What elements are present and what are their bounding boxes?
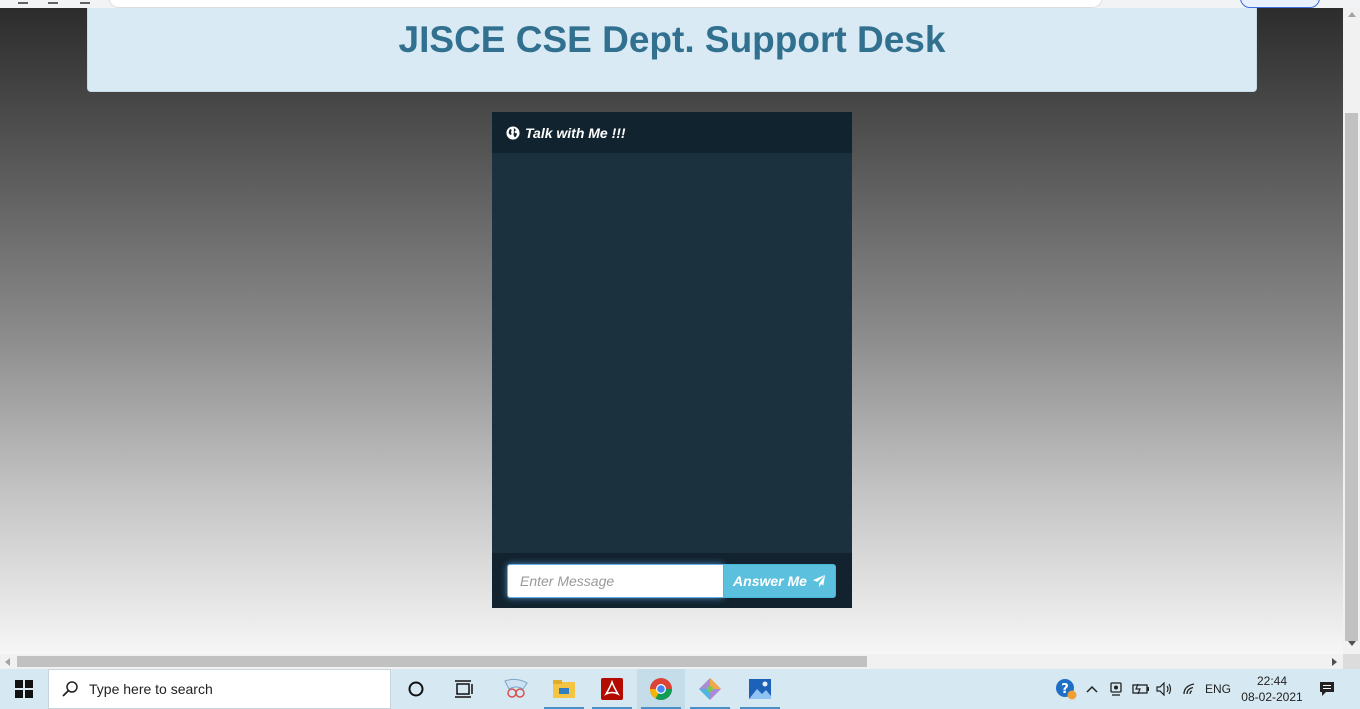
scrollbar-corner — [1343, 654, 1360, 669]
chrome-button[interactable] — [637, 669, 685, 709]
cortana-icon — [408, 681, 424, 697]
photos-button[interactable] — [736, 669, 784, 709]
webcam-icon — [1110, 682, 1122, 696]
globe-icon — [506, 125, 520, 140]
vertical-scroll-thumb[interactable] — [1345, 113, 1358, 641]
windows-logo-icon — [15, 680, 33, 698]
acrobat-button[interactable] — [588, 669, 636, 709]
forward-icon[interactable] — [48, 0, 58, 4]
speaker-icon — [1156, 682, 1172, 696]
start-button[interactable] — [0, 669, 48, 709]
scroll-right-icon[interactable] — [1332, 658, 1337, 666]
horizontal-scroll-thumb[interactable] — [17, 656, 867, 667]
action-center-button[interactable] — [1314, 669, 1340, 709]
meet-now-button[interactable] — [1106, 669, 1126, 709]
search-icon — [62, 681, 78, 697]
wifi-icon — [1183, 683, 1195, 695]
chat-footer: Answer Me — [492, 553, 852, 608]
paint-3d-button[interactable] — [686, 669, 734, 709]
clock[interactable]: 22:44 08-02-2021 — [1236, 673, 1308, 705]
photos-icon — [749, 679, 771, 699]
vertical-scrollbar[interactable] — [1343, 8, 1360, 654]
volume-button[interactable] — [1154, 669, 1176, 709]
chat-heading: Talk with Me !!! — [492, 112, 852, 153]
search-placeholder: Type here to search — [89, 681, 213, 697]
paint-3d-icon — [699, 678, 721, 700]
profile-button[interactable] — [1240, 0, 1320, 8]
taskbar-search[interactable]: Type here to search — [48, 669, 391, 709]
snipping-tool-button[interactable] — [492, 669, 540, 709]
network-button[interactable] — [1180, 669, 1200, 709]
help-tray-button[interactable]: ? — [1054, 669, 1078, 709]
answer-me-label: Answer Me — [733, 573, 807, 589]
scroll-left-icon[interactable] — [5, 658, 10, 666]
show-hidden-icons-button[interactable] — [1082, 669, 1102, 709]
file-explorer-button[interactable] — [540, 669, 588, 709]
battery-button[interactable] — [1130, 669, 1152, 709]
cortana-button[interactable] — [392, 669, 440, 709]
notification-icon — [1320, 682, 1334, 696]
scroll-up-icon[interactable] — [1348, 12, 1356, 17]
clock-date: 08-02-2021 — [1241, 690, 1303, 704]
paper-plane-icon — [812, 574, 826, 588]
task-view-button[interactable] — [440, 669, 488, 709]
browser-toolbar — [0, 0, 1360, 8]
chevron-up-icon — [1086, 685, 1098, 693]
chat-messages-area[interactable] — [492, 153, 852, 553]
back-icon[interactable] — [18, 0, 28, 4]
taskbar: Type here to search ? ENG 22:44 08-02-20… — [0, 669, 1360, 709]
chrome-icon — [650, 678, 672, 700]
page-viewport: JISCE CSE Dept. Support Desk Talk with M… — [0, 8, 1343, 654]
snipping-tool-icon — [504, 678, 528, 698]
message-input[interactable] — [507, 564, 723, 598]
address-bar[interactable] — [108, 0, 1103, 8]
page-title: JISCE CSE Dept. Support Desk — [398, 19, 946, 60]
header-banner: JISCE CSE Dept. Support Desk — [87, 8, 1257, 92]
reload-icon[interactable] — [80, 0, 90, 4]
clock-time: 22:44 — [1256, 674, 1288, 688]
language-label: ENG — [1204, 682, 1231, 696]
task-view-icon — [455, 680, 473, 698]
horizontal-scrollbar[interactable] — [0, 654, 1343, 669]
battery-icon — [1132, 683, 1149, 695]
language-button[interactable]: ENG — [1204, 669, 1232, 709]
help-icon: ? — [1056, 679, 1077, 700]
file-explorer-icon — [553, 680, 575, 698]
chat-panel: Talk with Me !!! Answer Me — [492, 112, 852, 608]
answer-me-button[interactable]: Answer Me — [723, 564, 836, 598]
acrobat-icon — [601, 678, 623, 700]
scroll-down-icon[interactable] — [1348, 641, 1356, 646]
chat-heading-text: Talk with Me !!! — [525, 124, 626, 141]
